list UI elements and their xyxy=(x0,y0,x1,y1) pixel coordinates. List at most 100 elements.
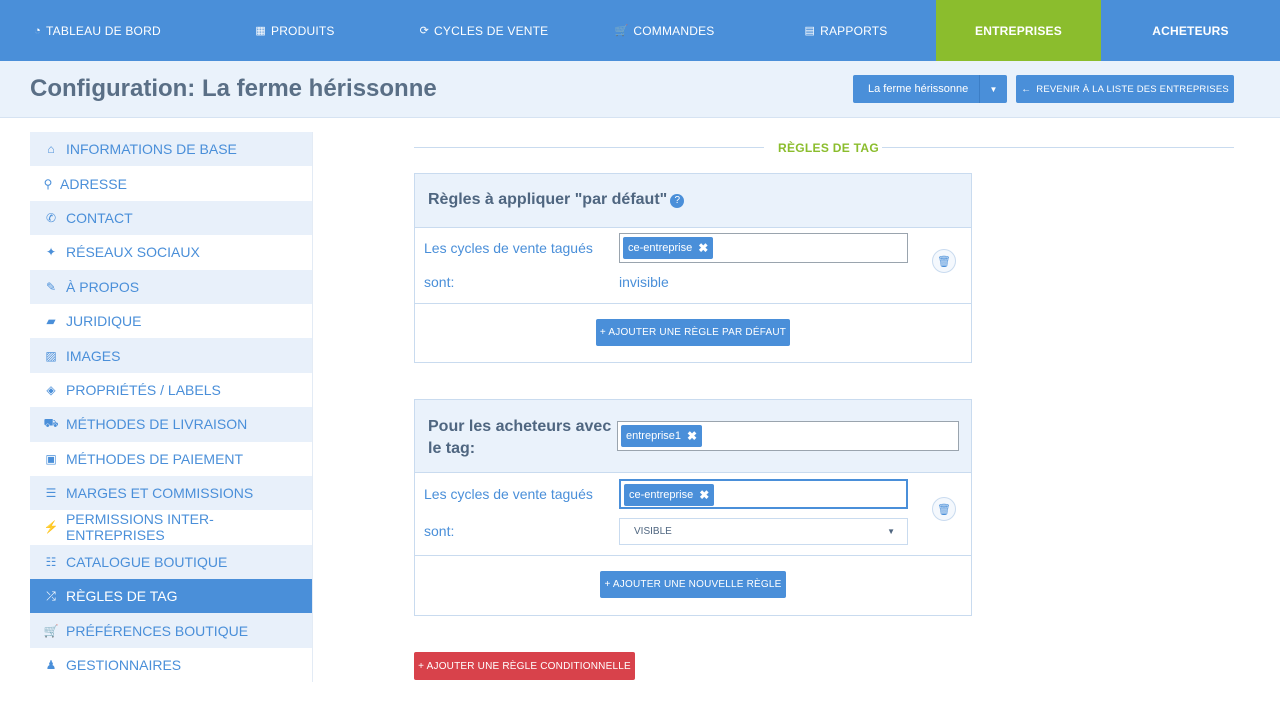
cart-icon: 🛒 xyxy=(43,623,59,638)
tag-chip: ce-entreprise ✖ xyxy=(624,484,715,506)
sidebar-item-methodes-de-livraison[interactable]: ⛟ MÉTHODES DE LIVRAISON xyxy=(30,407,313,442)
conditional-cycles-tag-input[interactable]: ce-entreprise ✖ xyxy=(619,479,908,509)
nav-label: TABLEAU DE BORD xyxy=(46,23,161,38)
section-title: RÈGLES DE TAG xyxy=(778,141,880,155)
nav-tableau-de-bord[interactable]: ◔ TABLEAU DE BORD xyxy=(0,0,195,61)
cycles-label: Les cycles de vente tagués xyxy=(424,240,593,256)
sont-label: sont: xyxy=(424,274,455,290)
arrow-left-icon: ← xyxy=(1021,83,1032,95)
cart-icon: 🛒 xyxy=(614,25,629,37)
conditional-rules-panel: Pour les acheteurs avec le tag: entrepri… xyxy=(414,399,972,616)
sidebar-item-images[interactable]: ▨ IMAGES xyxy=(30,338,313,373)
sidebar-item-label: PRÉFÉRENCES BOUTIQUE xyxy=(66,622,249,639)
nav-label: RAPPORTS xyxy=(820,23,888,38)
tags-icon: ◈ xyxy=(46,382,56,397)
default-rules-title: Règles à appliquer "par défaut" xyxy=(428,191,668,208)
sidebar-item-proprietes-labels[interactable]: ◈ PROPRIÉTÉS / LABELS xyxy=(30,372,313,408)
random-icon: ⤮ xyxy=(46,588,56,603)
sidebar-item-permissions-inter-entreprises[interactable]: ⚡ PERMISSIONS INTER-ENTREPRISES xyxy=(30,510,313,545)
divider xyxy=(415,303,971,304)
list-ul-icon: ☷ xyxy=(45,554,57,569)
sidebar-item-a-propos[interactable]: ✎ À PROPOS xyxy=(30,269,313,304)
back-button-label: REVENIR À LA LISTE DES ENTREPRISES xyxy=(1036,83,1229,95)
add-new-rule-button[interactable]: + AJOUTER UNE NOUVELLE RÈGLE xyxy=(600,571,786,598)
nav-entreprises[interactable]: ENTREPRISES xyxy=(936,0,1101,68)
sidebar-item-methodes-de-paiement[interactable]: ▣ MÉTHODES DE PAIEMENT xyxy=(30,441,313,476)
default-cycles-tag-input[interactable]: ce-entreprise ✖ xyxy=(619,233,908,263)
section-heading: RÈGLES DE TAG xyxy=(414,139,1234,157)
tag-chip-label: ce-entreprise xyxy=(629,489,694,501)
buyer-tag-input[interactable]: entreprise1 ✖ xyxy=(617,421,959,451)
sidebar-item-label: PROPRIÉTÉS / LABELS xyxy=(66,381,221,398)
divider xyxy=(415,555,971,556)
file-icon: ▤ xyxy=(804,25,816,37)
nav-produits[interactable]: ▦ PRODUITS xyxy=(195,0,395,61)
sidebar-item-label: RÈGLES DE TAG xyxy=(66,588,178,605)
page-title: Configuration: La ferme hérissonne xyxy=(30,75,437,102)
visibility-select[interactable]: VISIBLE ▼ xyxy=(619,518,908,545)
conditional-rules-panel-header: Pour les acheteurs avec le tag: entrepri… xyxy=(415,400,971,473)
remove-tag-icon[interactable]: ✖ xyxy=(687,429,697,443)
delete-rule-button[interactable]: 🗑 xyxy=(932,497,956,521)
sidebar-item-label: INFORMATIONS DE BASE xyxy=(66,141,237,158)
default-rules-panel: Règles à appliquer "par défaut"? Les cyc… xyxy=(414,173,972,363)
sidebar-item-preferences-boutique[interactable]: 🛒 PRÉFÉRENCES BOUTIQUE xyxy=(30,613,313,648)
nav-acheteurs[interactable]: ACHETEURS xyxy=(1101,0,1280,61)
sidebar-item-catalogue-boutique[interactable]: ☷ CATALOGUE BOUTIQUE xyxy=(30,544,313,580)
truck-icon: ⛟ xyxy=(43,416,59,431)
company-select[interactable]: La ferme hérissonne ▼ xyxy=(853,75,1007,103)
sont-label: sont: xyxy=(424,523,455,539)
sidebar-item-gestionnaires[interactable]: ♟ GESTIONNAIRES xyxy=(30,647,313,683)
trash-icon: 🗑 xyxy=(937,255,951,268)
sidebar-item-label: RÉSEAUX SOCIAUX xyxy=(66,244,200,261)
sidebar-item-label: PERMISSIONS INTER-ENTREPRISES xyxy=(65,511,214,544)
sidebar-item-label: CATALOGUE BOUTIQUE xyxy=(66,553,228,570)
conditional-rules-title: Pour les acheteurs avec le tag: xyxy=(428,416,611,460)
phone-icon: ✆ xyxy=(45,210,57,225)
pencil-icon: ✎ xyxy=(45,279,57,294)
add-conditional-rule-button[interactable]: + AJOUTER UNE RÈGLE CONDITIONNELLE xyxy=(414,652,635,680)
help-icon[interactable]: ? xyxy=(670,194,685,208)
default-visibility-value: invisible xyxy=(619,274,669,290)
sidebar-item-marges-et-commissions[interactable]: ☰ MARGES ET COMMISSIONS xyxy=(30,475,313,511)
tag-chip: ce-entreprise ✖ xyxy=(623,237,714,259)
nav-label: PRODUITS xyxy=(270,23,335,38)
remove-tag-icon[interactable]: ✖ xyxy=(699,488,709,502)
list-icon: ☰ xyxy=(45,486,57,501)
sidebar: ⌂ INFORMATIONS DE BASE ⚲ ADRESSE ✆ CONTACT … xyxy=(30,132,313,683)
map-marker-icon: ⚲ xyxy=(43,176,53,191)
sidebar-item-adresse[interactable]: ⚲ ADRESSE xyxy=(30,166,313,201)
sidebar-item-label: GESTIONNAIRES xyxy=(66,657,182,674)
sidebar-item-reseaux-sociaux[interactable]: ✦ RÉSEAUX SOCIAUX xyxy=(30,235,313,270)
divider xyxy=(414,147,764,148)
nav-cycles-de-vente[interactable]: ⟳ CYCLES DE VENTE xyxy=(395,0,573,61)
visibility-select-value: VISIBLE xyxy=(634,526,672,537)
sidebar-item-regles-de-tag[interactable]: ⤮ RÈGLES DE TAG xyxy=(30,579,313,614)
nav-rapports[interactable]: ▤ RAPPORTS xyxy=(756,0,936,61)
sidebar-item-label: MÉTHODES DE LIVRAISON xyxy=(66,416,248,433)
divider xyxy=(882,147,1234,148)
sidebar-item-juridique[interactable]: ▰ JURIDIQUE xyxy=(30,303,313,339)
cycles-label: Les cycles de vente tagués xyxy=(424,486,593,502)
back-to-companies-button[interactable]: ← REVENIR À LA LISTE DES ENTREPRISES xyxy=(1016,75,1234,103)
nav-commandes[interactable]: 🛒 COMMANDES xyxy=(573,0,756,61)
company-select-label: La ferme hérissonne xyxy=(868,83,969,95)
remove-tag-icon[interactable]: ✖ xyxy=(698,241,708,255)
default-rules-panel-header: Règles à appliquer "par défaut"? xyxy=(415,174,971,228)
delete-rule-button[interactable]: 🗑 xyxy=(932,249,956,273)
sidebar-item-label: À PROPOS xyxy=(66,278,140,295)
trash-icon: 🗑 xyxy=(937,503,951,516)
sidebar-item-contact[interactable]: ✆ CONTACT xyxy=(30,200,313,236)
twitter-icon: ✦ xyxy=(45,245,57,260)
nav-label: COMMANDES xyxy=(633,23,715,38)
add-default-rule-button[interactable]: + AJOUTER UNE RÈGLE PAR DÉFAUT xyxy=(596,319,790,346)
sidebar-item-informations-de-base[interactable]: ⌂ INFORMATIONS DE BASE xyxy=(30,132,313,167)
conditional-title-line2: le tag: xyxy=(428,440,476,457)
sidebar-item-label: ADRESSE xyxy=(60,175,127,192)
nav-label: ENTREPRISES xyxy=(975,23,1062,38)
sidebar-item-label: MARGES ET COMMISSIONS xyxy=(66,485,254,502)
refresh-icon: ⟳ xyxy=(419,25,430,37)
nav-label: ACHETEURS xyxy=(1152,23,1229,38)
money-icon: ▣ xyxy=(45,451,57,466)
sidebar-item-label: MÉTHODES DE PAIEMENT xyxy=(66,450,244,467)
